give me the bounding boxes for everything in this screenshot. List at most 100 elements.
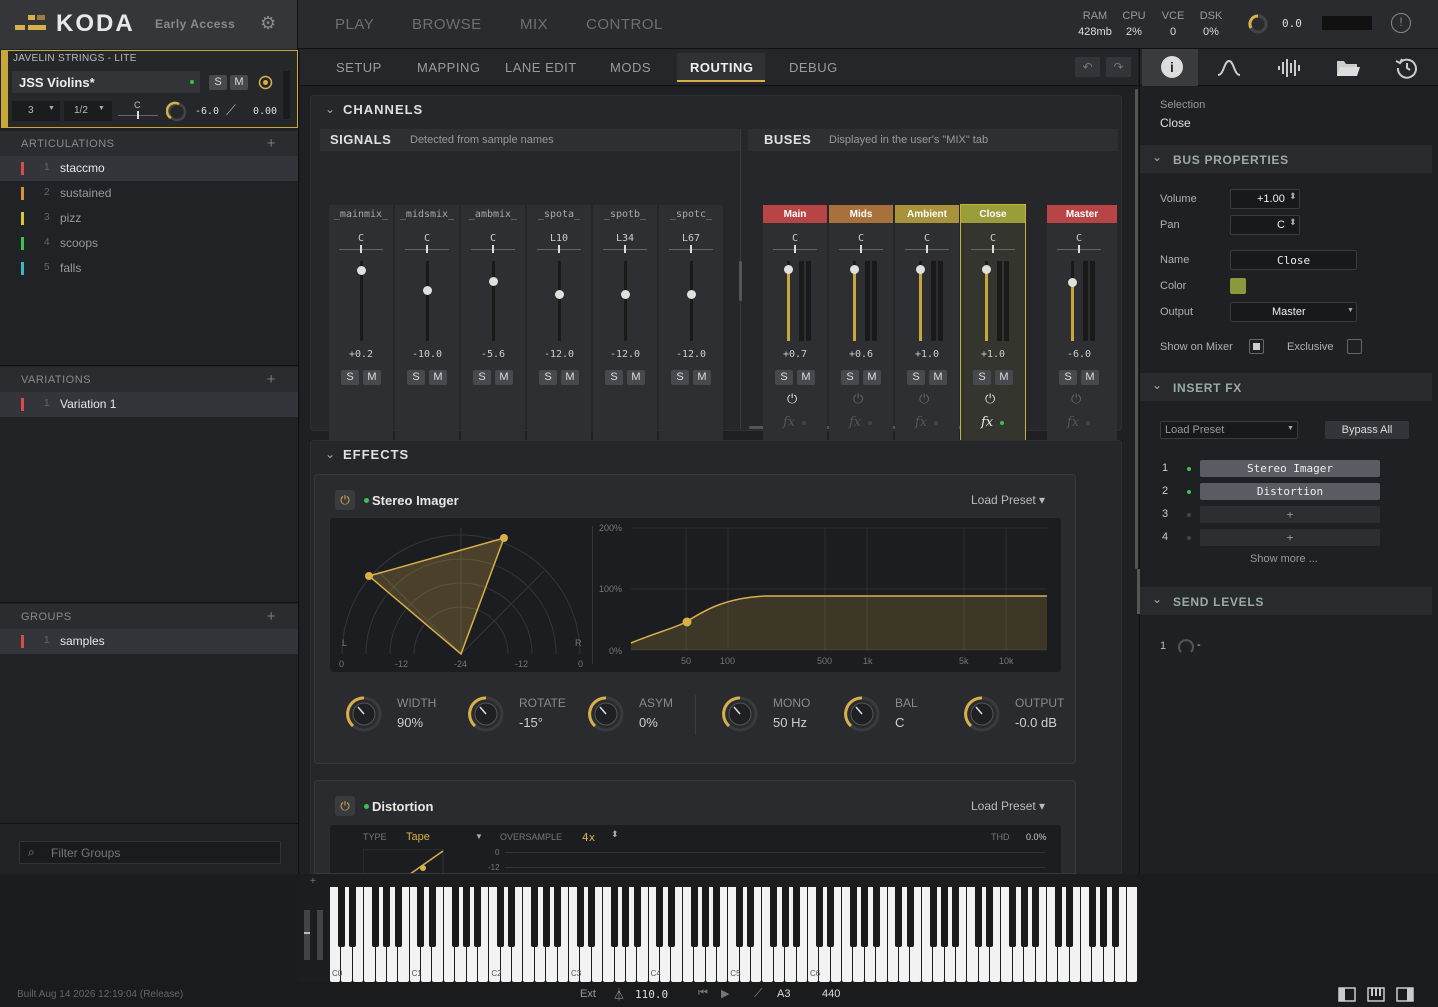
fader-track[interactable] <box>492 261 495 341</box>
knob-value[interactable]: 0% <box>639 715 658 730</box>
list-item[interactable]: 4 scoops <box>0 231 298 256</box>
strip-pan-value[interactable]: C <box>461 233 525 244</box>
undo-icon[interactable]: ↶ <box>1075 57 1100 77</box>
black-key[interactable] <box>428 887 436 947</box>
fx-icon[interactable]: fx <box>981 415 993 430</box>
power-icon[interactable]: ⏻ <box>985 391 995 407</box>
black-key[interactable] <box>861 887 869 947</box>
black-key[interactable] <box>508 887 516 947</box>
instrument-mute-button[interactable]: M <box>230 75 248 90</box>
layout-keyboard-icon[interactable] <box>1367 987 1385 1002</box>
black-key[interactable] <box>553 887 561 947</box>
divider-handle[interactable] <box>739 261 742 301</box>
strip-pan-value[interactable]: L67 <box>659 233 723 244</box>
black-key[interactable] <box>417 887 425 947</box>
type-select[interactable]: Tape <box>406 831 430 843</box>
nav-play[interactable]: PLAY <box>335 16 374 33</box>
strip-name[interactable]: Mids <box>829 205 893 223</box>
black-key[interactable] <box>986 887 994 947</box>
mute-button[interactable]: M <box>429 370 447 385</box>
filter-groups-input[interactable]: ⌕ Filter Groups <box>19 841 281 864</box>
knob-value[interactable]: C <box>895 715 904 730</box>
tab-mapping[interactable]: MAPPING <box>417 60 480 75</box>
black-key[interactable] <box>792 887 800 947</box>
black-key[interactable] <box>770 887 778 947</box>
black-key[interactable] <box>1111 887 1119 947</box>
record-arm-icon[interactable] <box>258 75 273 90</box>
white-key[interactable] <box>1126 887 1137 982</box>
tempo-value[interactable]: 110.0 <box>635 988 668 1001</box>
mute-button[interactable]: M <box>627 370 645 385</box>
fader-handle[interactable] <box>357 266 366 276</box>
division-select[interactable]: 1/2 ▼ <box>64 101 112 121</box>
strip-volume-value[interactable]: +0.2 <box>329 349 393 360</box>
volume-knob-icon[interactable] <box>166 101 188 123</box>
strip-pan-value[interactable]: C <box>895 233 959 244</box>
metronome-icon[interactable]: ⏃ <box>613 986 625 1003</box>
knob-width[interactable] <box>345 695 383 733</box>
bus-properties-header[interactable]: ⌄ BUS PROPERTIES <box>1140 145 1432 173</box>
strip-volume-value[interactable]: +0.7 <box>763 349 827 360</box>
fader-handle[interactable] <box>784 265 793 275</box>
imager-load-preset[interactable]: Load Preset ▾ <box>971 493 1045 507</box>
black-key[interactable] <box>849 887 857 947</box>
black-key[interactable] <box>781 887 789 947</box>
black-key[interactable] <box>940 887 948 947</box>
strip-pan-value[interactable]: C <box>961 233 1025 244</box>
strip-volume-value[interactable]: -5.6 <box>461 349 525 360</box>
mute-button[interactable]: M <box>797 370 815 385</box>
reference-tuning[interactable]: 440 <box>822 988 840 1000</box>
strip-volume-value[interactable]: +0.6 <box>829 349 893 360</box>
power-icon[interactable]: ⏻ <box>335 796 355 816</box>
black-key[interactable] <box>1088 887 1096 947</box>
output-select[interactable]: Master ▼ <box>1230 302 1357 322</box>
folder-icon[interactable] <box>1335 57 1361 79</box>
black-key[interactable] <box>872 887 880 947</box>
fader-handle[interactable] <box>916 264 925 274</box>
knob-asym[interactable] <box>587 695 625 733</box>
fx-icon[interactable]: fx <box>849 415 861 430</box>
solo-button[interactable]: S <box>841 370 859 385</box>
width-curve-graph[interactable]: 200% 100% 0% 50 100 500 1k 5k 10k <box>595 518 1061 672</box>
black-key[interactable] <box>633 887 641 947</box>
instrument-solo-button[interactable]: S <box>209 75 227 90</box>
black-key[interactable] <box>474 887 482 947</box>
tuning-fork-icon[interactable]: ⟋ <box>226 102 236 119</box>
fader-handle[interactable] <box>621 289 630 299</box>
add-group-icon[interactable]: + <box>267 608 276 625</box>
exclusive-checkbox[interactable] <box>1347 339 1362 354</box>
strip-volume-value[interactable]: -12.0 <box>527 349 591 360</box>
black-key[interactable] <box>531 887 539 947</box>
black-key[interactable] <box>747 887 755 947</box>
solo-button[interactable]: S <box>407 370 425 385</box>
nav-mix[interactable]: MIX <box>520 16 548 33</box>
black-key[interactable] <box>576 887 584 947</box>
list-item[interactable]: 3 pizz <box>0 206 298 231</box>
knob-rotate[interactable] <box>467 695 505 733</box>
power-icon[interactable]: ⏻ <box>853 391 863 407</box>
distortion-load-preset[interactable]: Load Preset ▾ <box>971 799 1045 813</box>
black-key[interactable] <box>690 887 698 947</box>
strip-name[interactable]: _spotb_ <box>593 205 657 223</box>
black-key[interactable] <box>1031 887 1039 947</box>
mute-button[interactable]: M <box>363 370 381 385</box>
black-key[interactable] <box>952 887 960 947</box>
list-item[interactable]: 1 Variation 1 <box>0 392 298 417</box>
black-key[interactable] <box>701 887 709 947</box>
solo-button[interactable]: S <box>671 370 689 385</box>
strip-name[interactable]: _ambmix_ <box>461 205 525 223</box>
black-key[interactable] <box>383 887 391 947</box>
black-key[interactable] <box>895 887 903 947</box>
fx-icon[interactable]: fx <box>1067 415 1079 430</box>
list-item[interactable]: 5 falls <box>0 256 298 281</box>
black-key[interactable] <box>1054 887 1062 947</box>
list-item[interactable]: 1 staccmo <box>0 156 298 181</box>
pitch-wheel[interactable] <box>304 910 310 960</box>
patch-name-field[interactable]: JSS Violins* <box>12 71 200 93</box>
knob-value[interactable]: 90% <box>397 715 423 730</box>
power-icon[interactable]: ⏻ <box>335 490 355 510</box>
strip-volume-value[interactable]: -12.0 <box>659 349 723 360</box>
power-icon[interactable]: ⏻ <box>1071 391 1081 407</box>
strip-name[interactable]: _midsmix_ <box>395 205 459 223</box>
mute-button[interactable]: M <box>1081 370 1099 385</box>
